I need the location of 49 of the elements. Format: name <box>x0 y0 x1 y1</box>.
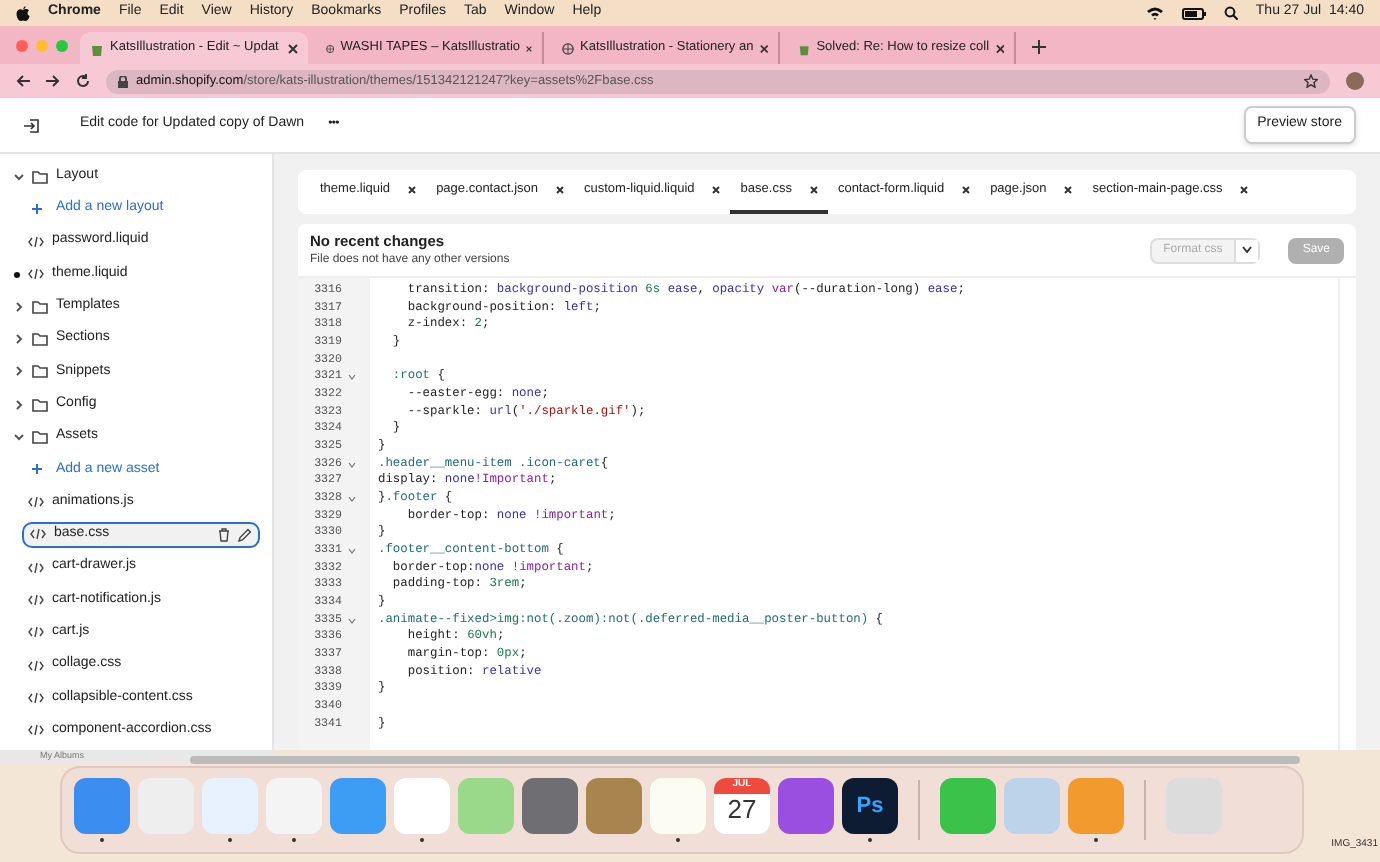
star-icon <box>1304 74 1318 88</box>
code-icon <box>28 235 44 248</box>
code-icon <box>28 659 44 672</box>
folder-icon <box>32 169 48 184</box>
plus-icon <box>1032 40 1046 54</box>
globe-icon <box>326 41 335 55</box>
calendar-day: 27 <box>727 793 757 823</box>
close-icon <box>556 186 565 194</box>
close-icon <box>1240 186 1249 194</box>
forward-arrow-icon <box>46 74 60 88</box>
plus-icon <box>32 464 42 475</box>
photoshop-app-icon[interactable]: Ps <box>842 778 898 834</box>
plus-icon <box>32 203 42 214</box>
globe-icon <box>562 41 574 55</box>
code-icon <box>28 561 44 574</box>
battery-icon <box>1181 7 1206 19</box>
shopping-bag-icon <box>90 41 104 55</box>
avatar-icon[interactable] <box>1346 72 1364 90</box>
close-icon <box>962 186 971 194</box>
code-icon <box>28 691 44 704</box>
apple-icon <box>16 5 30 21</box>
search-icon <box>1223 6 1238 20</box>
lock-icon <box>118 75 128 87</box>
folder-icon <box>32 332 48 347</box>
close-icon <box>288 43 298 53</box>
close-icon <box>995 43 1004 53</box>
shopping-bag-icon <box>798 41 811 55</box>
close-icon <box>712 186 721 194</box>
code-icon <box>28 594 44 606</box>
folder-icon <box>32 430 48 445</box>
code-icon <box>28 268 44 281</box>
close-icon <box>759 43 768 53</box>
pencil-icon <box>238 527 252 542</box>
folder-icon <box>32 299 48 314</box>
folder-icon <box>32 364 48 379</box>
exit-icon <box>24 117 40 133</box>
close-icon <box>809 186 818 194</box>
back-arrow-icon <box>16 74 30 88</box>
close-icon <box>1064 186 1073 194</box>
wifi-icon <box>1145 6 1164 20</box>
code-icon <box>28 626 44 639</box>
code-icon <box>28 724 44 737</box>
close-icon <box>408 186 417 194</box>
code-icon <box>30 528 46 541</box>
close-icon <box>526 43 532 53</box>
folder-icon <box>32 397 48 412</box>
code-icon <box>28 496 44 509</box>
reload-icon <box>76 74 90 88</box>
chevron-down-icon <box>1242 246 1253 254</box>
